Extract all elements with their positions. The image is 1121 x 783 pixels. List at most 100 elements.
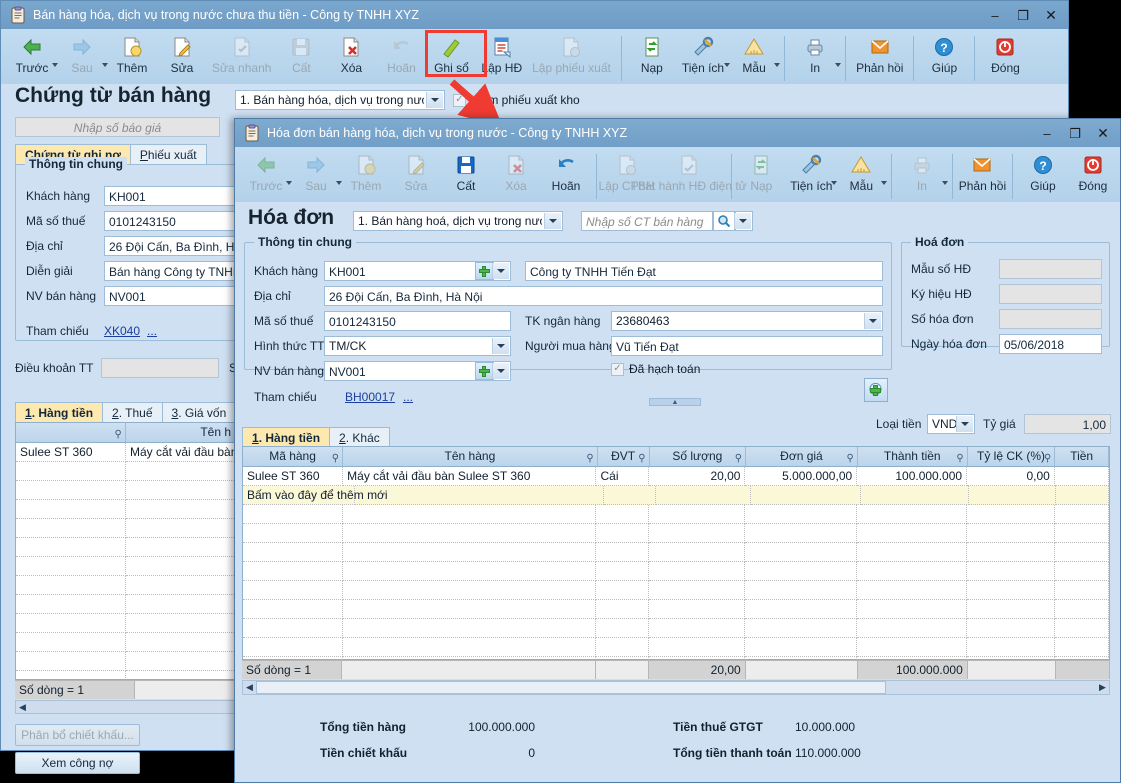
view-debt-button[interactable]: Xem công nợ — [15, 752, 140, 774]
new-row-cell-4[interactable] — [751, 486, 861, 505]
front-doc-type-dropdown[interactable]: 1. Bán hàng hoá, dịch vụ trong nước — [353, 211, 563, 231]
empty-row[interactable] — [243, 524, 1109, 543]
close-button[interactable]: ✕ — [1038, 5, 1064, 25]
detail-tab-1-h-ng-ti-n[interactable]: 1. Hàng tiền — [15, 402, 104, 423]
allocate-discount-button[interactable]: Phân bổ chiết khấu... — [15, 724, 140, 746]
toolbar-button-ph-t-h-nh-h-i-n-t[interactable]: Phát hành HĐ điện tử — [631, 151, 747, 196]
empty-row[interactable] — [16, 671, 236, 679]
accounted-checkbox[interactable]: ✓ Đã hạch toán — [611, 362, 700, 376]
currency-dropdown[interactable]: VND — [927, 414, 975, 434]
new-row-cell-2[interactable] — [604, 486, 656, 505]
chevron-down-icon[interactable] — [881, 181, 888, 185]
chevron-down-icon[interactable] — [734, 213, 751, 229]
detail-tab-2-thu[interactable]: 2. Thuế — [102, 402, 163, 423]
add-salesperson-button[interactable] — [475, 362, 493, 380]
scroll-right-icon[interactable]: ▶ — [1096, 683, 1109, 692]
cell-7[interactable] — [1054, 467, 1109, 486]
customer-code-input[interactable]: KH001 — [324, 261, 496, 281]
toolbar-button-ph-n-h-i[interactable]: Phản hồi — [957, 151, 1007, 196]
toolbar-button-ng[interactable]: Đóng — [1068, 151, 1118, 196]
invoice-detail-grid[interactable]: Mã hàng ⚲ Tên hàng ⚲ ĐVT ⚲ Số lượng ⚲ Đơn giá ⚲ Th… — [242, 446, 1110, 660]
toolbar-button-tr-c[interactable]: Trước — [7, 33, 58, 78]
new-row-placeholder[interactable]: Bấm vào đây để thêm mới — [243, 486, 1109, 505]
close-button[interactable]: ✕ — [1090, 123, 1116, 143]
cell-6[interactable]: 0,00 — [967, 467, 1055, 486]
grid-hscrollbar[interactable]: ◀ ▶ — [242, 680, 1110, 695]
empty-row[interactable] — [16, 481, 236, 500]
salesperson-input[interactable]: NV001 — [324, 361, 496, 381]
payment-method-dropdown[interactable]: TM/CK — [324, 336, 511, 356]
back-reference-more[interactable]: ... — [147, 324, 157, 338]
splitter-handle[interactable]: ▲ — [649, 398, 701, 406]
toolbar-button-ho-n[interactable]: Hoãn — [376, 33, 426, 78]
toolbar-button-in[interactable]: In — [790, 33, 842, 78]
customer-name-input[interactable]: Công ty TNHH Tiến Đạt — [525, 261, 883, 281]
col-t-l-ck[interactable]: Tỷ lệ CK (%) ⚲ — [968, 447, 1056, 466]
invoice-input-3[interactable]: 05/06/2018 — [999, 334, 1102, 354]
back-reference-link[interactable]: XK040 — [104, 324, 140, 338]
chevron-down-icon[interactable] — [956, 416, 973, 432]
invoice-input-2[interactable] — [999, 309, 1102, 329]
empty-row[interactable] — [243, 562, 1109, 581]
maximize-button[interactable]: ❐ — [1062, 123, 1088, 143]
detail-tab-3-gi-v-n[interactable]: 3. Giá vốn — [161, 402, 237, 423]
front-detail-tab-2-kh-c[interactable]: 2. Khác — [329, 427, 390, 448]
pin-icon[interactable]: ⚲ — [586, 450, 593, 466]
toolbar-button-th-m[interactable]: Thêm — [341, 151, 391, 196]
doc-type-dropdown[interactable]: 1. Bán hàng hóa, dịch vụ trong nước — [235, 90, 445, 110]
cell-1[interactable]: Máy cắt vải đầu bàn Sulee ST 360 — [343, 467, 597, 486]
toolbar-button-c-t[interactable]: Cất — [441, 151, 491, 196]
back-col-ten-hang[interactable]: Tên h — [126, 423, 236, 442]
pin-icon[interactable]: ⚲ — [735, 450, 742, 466]
new-row-cell-7[interactable] — [1055, 486, 1109, 505]
front-search-input[interactable]: Nhập số CT bán hàng — [581, 211, 713, 231]
back-payment-term-input[interactable] — [101, 358, 219, 378]
empty-row[interactable] — [243, 543, 1109, 562]
toolbar-button-x-a[interactable]: Xóa — [491, 151, 541, 196]
cell-2[interactable]: Cái — [596, 467, 649, 486]
new-row-cell-1[interactable] — [355, 486, 605, 505]
pin-icon[interactable]: ⚲ — [115, 426, 122, 442]
cell-4[interactable]: 5.000.000,00 — [745, 467, 858, 486]
col-vt[interactable]: ĐVT ⚲ — [598, 447, 650, 466]
empty-row[interactable] — [243, 638, 1109, 657]
empty-row[interactable] — [243, 581, 1109, 600]
back-input-0[interactable]: KH001 — [104, 186, 237, 206]
chevron-down-icon[interactable] — [544, 213, 561, 229]
chevron-down-icon[interactable] — [492, 338, 509, 354]
toolbar-button-sau[interactable]: Sau — [57, 33, 108, 78]
toolbar-button-s-a-nhanh[interactable]: Sửa nhanh — [207, 33, 276, 78]
toolbar-button-tr-c[interactable]: Trước — [241, 151, 292, 196]
back-input-3[interactable]: Bán hàng Công ty TNHH T — [104, 261, 237, 281]
invoice-input-1[interactable] — [999, 284, 1102, 304]
toolbar-button-ng[interactable]: Đóng — [980, 33, 1030, 78]
minimize-button[interactable]: – — [982, 5, 1008, 25]
back-cell-ma-hang[interactable]: Sulee ST 360 — [16, 443, 126, 462]
chevron-down-icon[interactable] — [492, 363, 509, 379]
back-detail-grid[interactable]: ⚲ Tên h Sulee ST 360 Máy cắt vải đầu bàn — [15, 422, 237, 680]
empty-row[interactable] — [16, 538, 236, 557]
rate-input[interactable]: 1,00 — [1024, 414, 1111, 434]
scroll-thumb[interactable] — [256, 681, 886, 694]
cell-3[interactable]: 20,00 — [648, 467, 746, 486]
cell-5[interactable]: 100.000.000 — [857, 467, 968, 486]
col-m-h-ng[interactable]: Mã hàng ⚲ — [243, 447, 344, 466]
tax-code-input[interactable]: 0101243150 — [324, 311, 511, 331]
empty-row[interactable] — [16, 462, 236, 481]
toolbar-button-l-p-phi-u-xu-t[interactable]: Lập phiếu xuất — [527, 33, 616, 78]
back-input-2[interactable]: 26 Đội Cấn, Ba Đình, Hà N — [104, 236, 237, 256]
front-reference-link[interactable]: BH00017 — [345, 390, 395, 404]
bank-account-dropdown[interactable]: 23680463 — [611, 311, 883, 331]
empty-row[interactable] — [243, 505, 1109, 524]
toolbar-button-s-a[interactable]: Sửa — [157, 33, 207, 78]
col-n-gi[interactable]: Đơn giá ⚲ — [746, 447, 858, 466]
toolbar-button-x-a[interactable]: Xóa — [326, 33, 376, 78]
empty-row[interactable] — [16, 595, 236, 614]
add-customer-button[interactable] — [475, 262, 493, 280]
minimize-button[interactable]: – — [1034, 123, 1060, 143]
chevron-down-icon[interactable] — [941, 181, 948, 185]
toolbar-button-s-a[interactable]: Sửa — [391, 151, 441, 196]
new-row-cell-6[interactable] — [969, 486, 1056, 505]
toolbar-button-m-u[interactable]: Mẫu — [836, 151, 888, 196]
chevron-down-icon[interactable] — [426, 92, 443, 108]
